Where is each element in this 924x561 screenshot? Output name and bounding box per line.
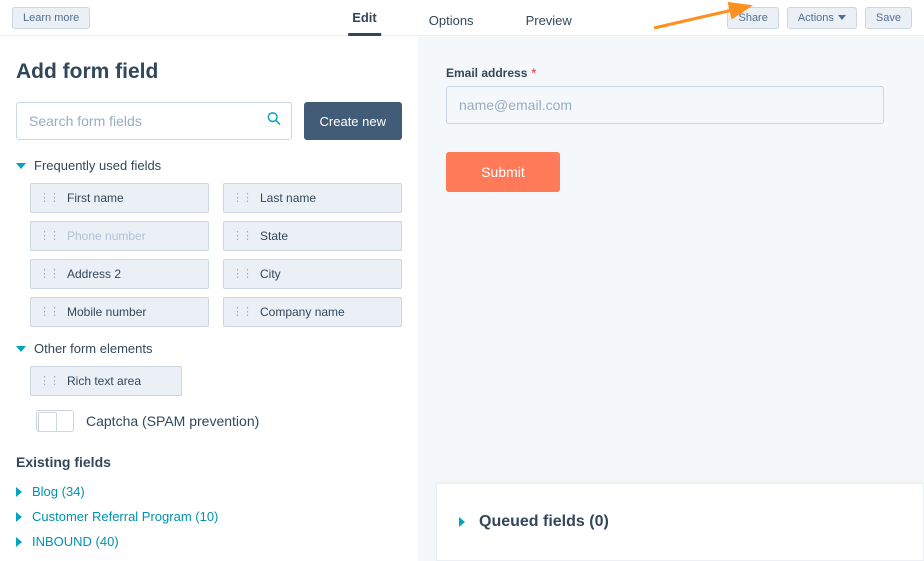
left-panel: Add form field Create new Frequently use… [0, 36, 418, 561]
field-state[interactable]: ⋮⋮ State [223, 221, 402, 251]
field-label: Company name [260, 305, 345, 319]
required-asterisk: * [531, 66, 536, 80]
field-mobile-number[interactable]: ⋮⋮ Mobile number [30, 297, 209, 327]
top-right-buttons: Share Actions Save [727, 7, 912, 29]
field-label: City [260, 267, 281, 281]
caret-down-icon [838, 15, 846, 20]
field-label: State [260, 229, 288, 243]
chevron-right-icon [16, 537, 22, 547]
field-label: Rich text area [67, 374, 141, 388]
existing-label: INBOUND (40) [32, 534, 119, 549]
other-section-title: Other form elements [34, 341, 153, 356]
chevron-right-icon [16, 512, 22, 522]
chevron-down-icon [16, 346, 26, 352]
chevron-down-icon [16, 163, 26, 169]
search-wrap [16, 102, 292, 140]
grip-icon: ⋮⋮ [232, 234, 252, 238]
field-phone-number[interactable]: ⋮⋮ Phone number [30, 221, 209, 251]
captcha-label: Captcha (SPAM prevention) [86, 413, 259, 429]
field-last-name[interactable]: ⋮⋮ Last name [223, 183, 402, 213]
email-input[interactable] [446, 86, 884, 124]
grip-icon: ⋮⋮ [39, 234, 59, 238]
tab-options[interactable]: Options [425, 13, 478, 36]
grip-icon: ⋮⋮ [232, 272, 252, 276]
queued-fields-card[interactable]: Queued fields (0) [436, 483, 924, 561]
create-new-button[interactable]: Create new [304, 102, 402, 140]
freq-section-title: Frequently used fields [34, 158, 161, 173]
panel-title: Add form field [16, 60, 402, 84]
submit-button[interactable]: Submit [446, 152, 560, 192]
actions-button[interactable]: Actions [787, 7, 857, 29]
search-icon [266, 111, 282, 132]
field-rich-text-area[interactable]: ⋮⋮ Rich text area [30, 366, 182, 396]
existing-label: Customer Referral Program (10) [32, 509, 218, 524]
captcha-toggle[interactable] [36, 410, 74, 432]
existing-label: Blog (34) [32, 484, 85, 499]
learn-more-button[interactable]: Learn more [12, 7, 90, 29]
main: Add form field Create new Frequently use… [0, 36, 924, 561]
field-label: First name [67, 191, 124, 205]
queued-title: Queued fields (0) [479, 513, 609, 531]
right-panel: Email address * Submit Queued fields (0) [418, 36, 924, 561]
existing-inbound[interactable]: INBOUND (40) [16, 534, 402, 549]
other-section-toggle[interactable]: Other form elements [16, 341, 402, 356]
actions-label: Actions [798, 12, 834, 24]
email-label: Email address * [446, 66, 884, 80]
field-city[interactable]: ⋮⋮ City [223, 259, 402, 289]
chevron-right-icon [459, 517, 465, 527]
freq-section-toggle[interactable]: Frequently used fields [16, 158, 402, 173]
top-bar: Learn more Edit Options Preview Share Ac… [0, 0, 924, 36]
field-first-name[interactable]: ⋮⋮ First name [30, 183, 209, 213]
tab-preview[interactable]: Preview [522, 13, 576, 36]
field-label: Phone number [67, 229, 146, 243]
form-preview: Email address * Submit [418, 36, 924, 192]
field-label: Mobile number [67, 305, 146, 319]
field-address-2[interactable]: ⋮⋮ Address 2 [30, 259, 209, 289]
existing-blog[interactable]: Blog (34) [16, 484, 402, 499]
tabs: Edit Options Preview [348, 0, 576, 36]
grip-icon: ⋮⋮ [39, 310, 59, 314]
field-company-name[interactable]: ⋮⋮ Company name [223, 297, 402, 327]
grip-icon: ⋮⋮ [232, 310, 252, 314]
grip-icon: ⋮⋮ [39, 379, 59, 383]
existing-crp[interactable]: Customer Referral Program (10) [16, 509, 402, 524]
email-label-text: Email address [446, 66, 527, 80]
share-button[interactable]: Share [727, 7, 778, 29]
existing-fields-title: Existing fields [16, 454, 402, 470]
chevron-right-icon [16, 487, 22, 497]
field-label: Address 2 [67, 267, 121, 281]
grip-icon: ⋮⋮ [39, 272, 59, 276]
save-button[interactable]: Save [865, 7, 912, 29]
field-label: Last name [260, 191, 316, 205]
grip-icon: ⋮⋮ [232, 196, 252, 200]
tab-edit[interactable]: Edit [348, 10, 381, 36]
grip-icon: ⋮⋮ [39, 196, 59, 200]
search-input[interactable] [16, 102, 292, 140]
